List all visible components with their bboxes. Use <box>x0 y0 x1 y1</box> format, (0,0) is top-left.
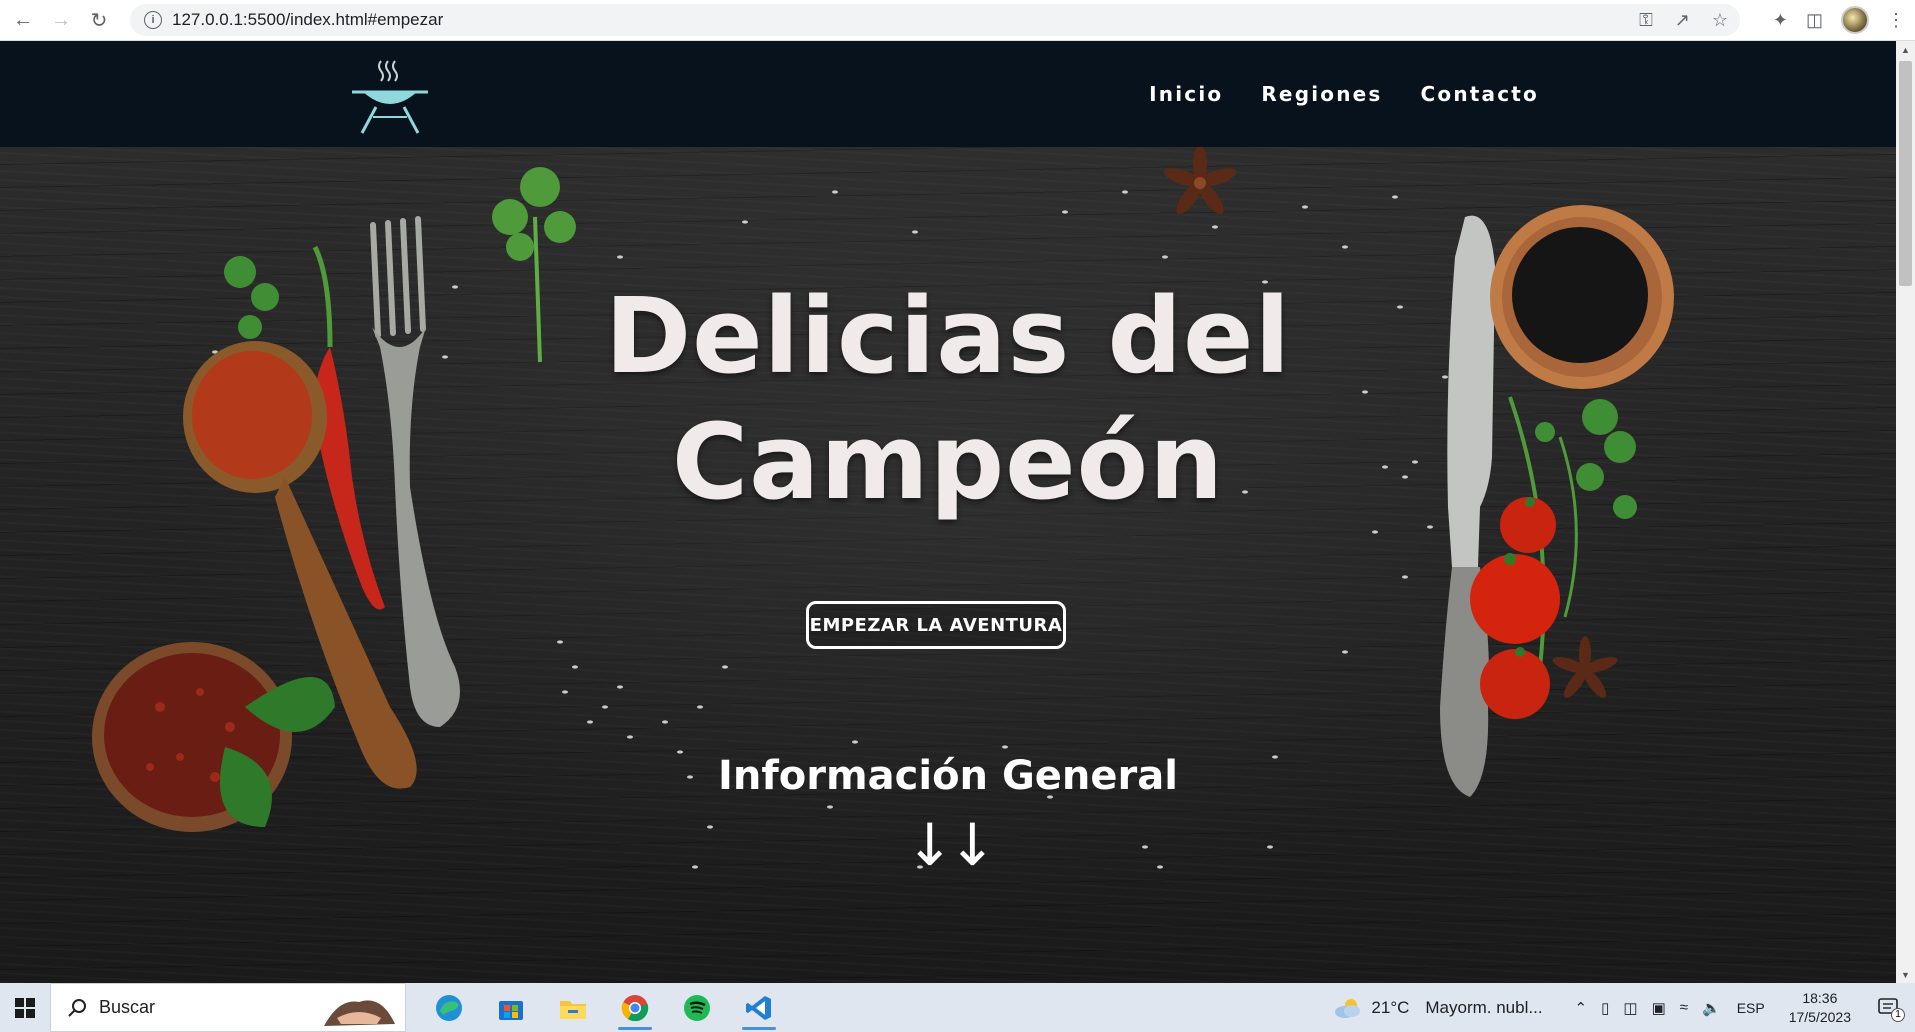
main-nav: Inicio Regiones Contacto <box>1149 41 1539 147</box>
scroll-up-arrow-icon[interactable]: ▲ <box>1896 41 1915 58</box>
chrome-app-icon[interactable] <box>604 983 666 1032</box>
hero-title-line2: Campeón <box>671 401 1225 523</box>
battery-icon[interactable]: ▯ <box>1601 999 1609 1017</box>
wifi-icon[interactable]: ≈ <box>1680 999 1688 1016</box>
bookmark-star-icon[interactable]: ☆ <box>1712 10 1728 31</box>
share-icon[interactable]: ↗ <box>1675 10 1690 31</box>
notification-badge: 1 <box>1891 1007 1905 1022</box>
cloud-weather-icon <box>1335 998 1361 1018</box>
nav-link-regiones[interactable]: Regiones <box>1261 82 1382 106</box>
volume-icon[interactable]: 🔈 <box>1702 999 1721 1017</box>
search-placeholder: Buscar <box>99 997 156 1017</box>
nav-link-inicio[interactable]: Inicio <box>1149 82 1223 106</box>
notification-center-icon[interactable]: 1 <box>1875 994 1905 1022</box>
hero-section: Delicias del Campeón EMPEZAR LA AVENTURA… <box>0 147 1896 983</box>
clock[interactable]: 18:36 17/5/2023 <box>1789 989 1851 1027</box>
scrollbar-thumb[interactable] <box>1899 61 1912 286</box>
scroll-down-arrow-icon[interactable]: ▼ <box>1896 966 1915 983</box>
spotify-app-icon[interactable] <box>666 983 728 1032</box>
nav-link-contacto[interactable]: Contacto <box>1421 82 1539 106</box>
weather-widget[interactable]: 21°C Mayorm. nubl... <box>1333 996 1543 1020</box>
page-scrollbar[interactable]: ▲ ▼ <box>1896 41 1915 983</box>
menu-kebab-icon[interactable]: ⋮ <box>1887 10 1905 31</box>
vscode-app-icon[interactable] <box>728 983 790 1032</box>
security-icon[interactable]: ▣ <box>1652 999 1666 1017</box>
microsoft-store-icon[interactable] <box>480 983 542 1032</box>
system-tray: 21°C Mayorm. nubl... ⌃ ▯ ◫ ▣ ≈ 🔈 ESP 18:… <box>1333 983 1915 1032</box>
grill-logo-icon[interactable] <box>350 53 430 135</box>
hero-title: Delicias del Campeón <box>0 273 1896 525</box>
url-text[interactable]: 127.0.0.1:5500/index.html#empezar <box>172 10 443 30</box>
extensions-icon[interactable]: ✦ <box>1773 10 1788 31</box>
browser-toolbar: ← → ↻ i 127.0.0.1:5500/index.html#empeza… <box>0 0 1915 41</box>
weather-desc: Mayorm. nubl... <box>1425 997 1543 1017</box>
edge-app-icon[interactable] <box>418 983 480 1032</box>
forward-icon[interactable]: → <box>42 2 80 38</box>
windows-start-icon[interactable] <box>0 983 50 1032</box>
side-panel-icon[interactable]: ◫ <box>1806 10 1823 31</box>
address-bar[interactable]: i 127.0.0.1:5500/index.html#empezar ⚿ ↗ … <box>130 4 1740 36</box>
hero-title-line1: Delicias del <box>604 275 1292 397</box>
windows-taskbar: Buscar 21°C Mayorm. nubl... ⌃ ▯ ◫ ▣ ≈ 🔈 … <box>0 983 1915 1032</box>
file-explorer-icon[interactable] <box>542 983 604 1032</box>
start-adventure-button[interactable]: EMPEZAR LA AVENTURA <box>806 601 1066 649</box>
clock-time: 18:36 <box>1802 989 1838 1006</box>
site-header: Inicio Regiones Contacto <box>0 41 1896 147</box>
back-icon[interactable]: ← <box>4 2 42 38</box>
language-indicator[interactable]: ESP <box>1737 1000 1765 1016</box>
site-info-icon[interactable]: i <box>144 11 162 29</box>
weather-temp: 21°C <box>1371 997 1410 1017</box>
reload-icon[interactable]: ↻ <box>80 2 118 38</box>
general-info-heading: Información General <box>718 753 1178 799</box>
search-icon <box>68 998 86 1017</box>
scroll-down-arrows-icon[interactable]: ↓↓ <box>0 815 1896 875</box>
profile-avatar[interactable] <box>1841 6 1869 34</box>
meet-now-icon[interactable]: ◫ <box>1623 999 1637 1017</box>
web-page: Inicio Regiones Contacto Delicias del Ca… <box>0 41 1896 983</box>
password-key-icon[interactable]: ⚿ <box>1639 10 1653 31</box>
clock-date: 17/5/2023 <box>1788 1008 1851 1025</box>
search-highlight-illustration <box>324 1000 395 1026</box>
taskbar-search[interactable]: Buscar <box>50 983 406 1032</box>
chevron-up-icon[interactable]: ⌃ <box>1575 999 1588 1017</box>
